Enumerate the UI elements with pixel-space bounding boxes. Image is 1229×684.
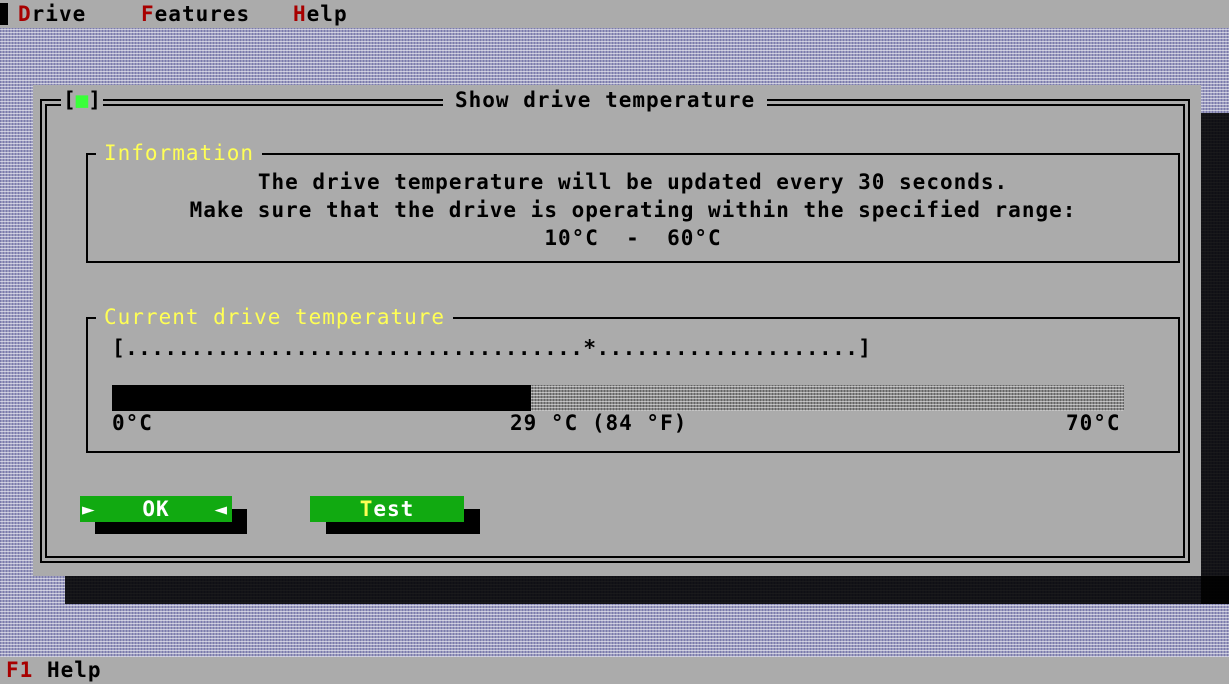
test-button[interactable]: Test <box>310 496 464 522</box>
temperature-group: Current drive temperature [.............… <box>86 304 1180 453</box>
info-line-range-intro: Make sure that the drive is operating wi… <box>189 198 1077 222</box>
close-bracket-right: ] <box>88 88 101 112</box>
dialog-window: [■] Show drive temperature Information T… <box>33 85 1201 576</box>
menu-drive[interactable]: Drive <box>18 2 86 26</box>
menu-features[interactable]: Features <box>141 2 250 26</box>
close-bracket-left: [ <box>63 88 76 112</box>
ok-selected-left-icon: ► <box>82 497 96 521</box>
status-help-key[interactable]: F1 Help <box>6 658 102 682</box>
temperature-bar-fill <box>112 385 532 411</box>
test-button-hotkey: T <box>359 497 374 521</box>
temperature-scale: [...................................*...… <box>112 336 872 360</box>
ok-selected-right-icon: ◄ <box>214 497 228 521</box>
menu-bar: Drive Features Help <box>0 0 1229 28</box>
info-line-update: The drive temperature will be updated ev… <box>257 170 1009 194</box>
test-button-label: est <box>373 497 415 521</box>
ok-button[interactable]: ► OK ◄ <box>80 496 232 522</box>
temperature-bar <box>112 385 1124 411</box>
close-button[interactable]: [■] <box>61 88 103 112</box>
ok-button-label: OK <box>142 497 170 521</box>
menu-drive-hotkey: D <box>18 2 32 26</box>
temperature-min-label: 0°C <box>112 411 153 435</box>
info-group-title: Information <box>96 140 263 166</box>
menu-features-label: eatures <box>154 2 251 26</box>
temperature-current-label: 29 °C (84 °F) <box>510 411 688 435</box>
menu-cursor-block <box>0 3 8 25</box>
menu-drive-label: rive <box>31 2 87 26</box>
dialog-shadow-bottom <box>65 576 1229 604</box>
menu-help[interactable]: Help <box>293 2 348 26</box>
info-group: Information The drive temperature will b… <box>86 140 1180 263</box>
menu-help-label: elp <box>306 2 348 26</box>
temperature-max-label: 70°C <box>1066 411 1121 435</box>
status-f1-key: F1 <box>6 658 34 682</box>
dialog-title: Show drive temperature <box>443 88 768 112</box>
close-icon: ■ <box>75 88 89 112</box>
menu-features-hotkey: F <box>141 2 155 26</box>
info-line-range: 10°C - 60°C <box>544 226 722 250</box>
status-bar: F1 Help <box>0 657 1229 684</box>
status-help-label: Help <box>46 658 102 682</box>
temperature-group-title: Current drive temperature <box>96 304 454 330</box>
dialog-shadow-right <box>1201 113 1229 604</box>
menu-help-hotkey: H <box>293 2 307 26</box>
